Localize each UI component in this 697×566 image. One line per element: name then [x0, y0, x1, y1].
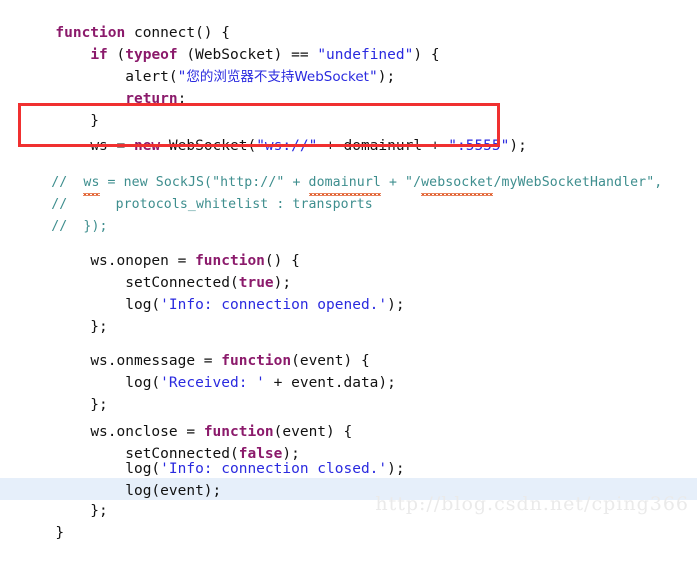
code-text: }; [55, 397, 108, 413]
comment-text: /myWebSocketHandler", [493, 175, 663, 190]
code-text: ws.onclose = [90, 424, 204, 440]
comment-text: // [51, 175, 84, 190]
code-text: (WebSocket) == [177, 47, 318, 63]
code-text: ( [107, 47, 126, 63]
keyword-function: function [221, 353, 292, 369]
code-line-12[interactable]: ws.onopen = function() { [0, 228, 300, 269]
comment-text: // protocols_whitelist : transports [51, 197, 373, 212]
code-text: log( [125, 461, 161, 477]
comment-text-misspelled: domainurl [308, 172, 381, 196]
keyword-function: function [55, 25, 126, 41]
code-editor[interactable]: function connect() { if (typeof (WebSock… [0, 0, 697, 541]
code-text: + event.data); [264, 375, 396, 391]
code-line-1[interactable]: function connect() { [0, 0, 230, 41]
code-text: ; [177, 91, 187, 107]
code-text: } [55, 113, 100, 129]
comment-text-misspelled: websocket [421, 172, 494, 196]
string-info-opened: 'Info: connection opened.' [160, 297, 388, 313]
comment-text: // }); [51, 219, 108, 234]
keyword-new: new [133, 138, 161, 154]
code-surface[interactable]: function connect() { if (typeof (WebSock… [0, 0, 697, 541]
code-line-21[interactable]: ws.onclose = function(event) { [0, 399, 352, 440]
code-text: ); [387, 461, 405, 477]
string-port: ":5555" [448, 138, 510, 154]
comment-text: = new SockJS("http://" + [99, 175, 309, 190]
keyword-function: function [195, 253, 265, 269]
code-text: ); [377, 69, 396, 85]
code-text: (event) { [291, 353, 370, 369]
quote: " [368, 69, 378, 85]
code-text: log(event); [125, 483, 222, 499]
keyword-if: if [90, 47, 108, 63]
watermark: http://blog.csdn.net/cping366 [375, 493, 689, 515]
code-text: ws.onopen = [90, 253, 196, 269]
keyword-false: false [238, 446, 283, 462]
string-chinese-message: 您的浏览器不支持WebSocket [186, 69, 369, 85]
code-text: WebSocket( [160, 138, 257, 154]
code-text: }; [55, 319, 108, 335]
code-text: setConnected( [125, 446, 239, 462]
keyword-return: return [125, 91, 178, 107]
code-text: setConnected( [125, 275, 239, 291]
code-text: }; [55, 503, 108, 519]
code-text: log( [125, 297, 161, 313]
code-text: ); [509, 138, 527, 154]
code-text: ws.onmessage = [90, 353, 222, 369]
string-info-closed: 'Info: connection closed.' [160, 461, 388, 477]
code-text: (event) { [273, 424, 353, 440]
code-text: ws = [90, 138, 134, 154]
string-undefined: "undefined" [317, 47, 414, 63]
code-text: ); [282, 446, 300, 462]
code-text: ) { [413, 47, 440, 63]
code-text: ); [387, 297, 405, 313]
comment-text-misspelled: ws [83, 172, 100, 196]
keyword-true: true [238, 275, 274, 291]
code-text: log( [125, 375, 161, 391]
code-text: alert( [125, 69, 178, 85]
keyword-function: function [203, 424, 274, 440]
keyword-typeof: typeof [125, 47, 178, 63]
string-ws-scheme: "ws://" [256, 138, 318, 154]
code-text: + domainurl + [317, 138, 449, 154]
code-text: ); [273, 275, 292, 291]
code-text: connect() { [125, 25, 230, 41]
comment-text: + "/ [380, 175, 422, 190]
code-text: } [55, 525, 65, 541]
code-text: () { [264, 253, 300, 269]
string-received: 'Received: ' [160, 375, 265, 391]
